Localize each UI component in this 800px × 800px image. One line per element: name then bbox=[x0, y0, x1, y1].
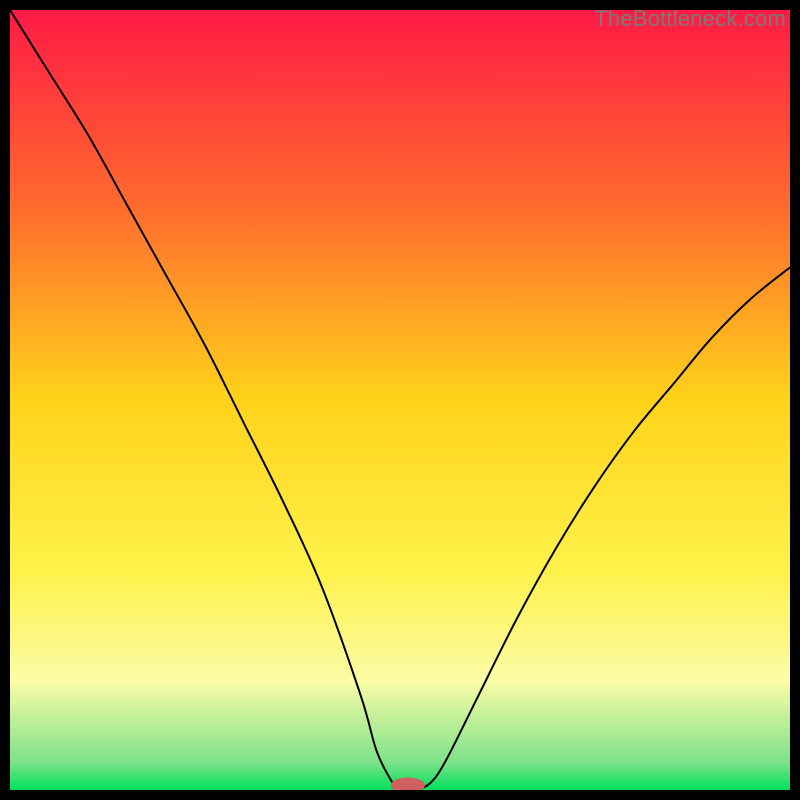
chart-frame: TheBottleneck.com bbox=[0, 0, 800, 800]
chart-plot bbox=[10, 10, 790, 790]
chart-svg bbox=[10, 10, 790, 790]
watermark-text: TheBottleneck.com bbox=[594, 6, 786, 32]
chart-background bbox=[10, 10, 790, 790]
